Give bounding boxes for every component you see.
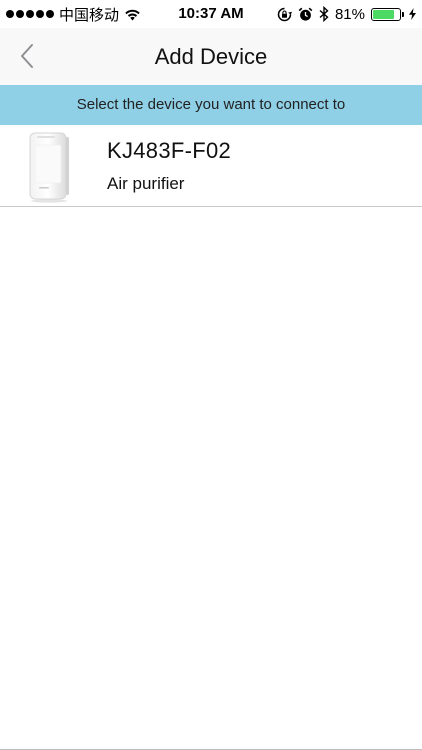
page-title: Add Device [154, 44, 268, 69]
status-right: 81% [277, 0, 416, 28]
signal-dots-icon [6, 10, 54, 18]
add-device-screen: 中国移动 10:37 AM 81% Add Device Select the … [0, 0, 422, 750]
status-bar: 中国移动 10:37 AM 81% [0, 0, 422, 28]
status-left: 中国移动 [6, 0, 141, 28]
wifi-icon [124, 8, 141, 21]
chevron-left-icon [20, 43, 34, 69]
bluetooth-icon [319, 6, 329, 22]
device-list-item[interactable]: KJ483F-F02 Air purifier [0, 125, 422, 207]
device-name: KJ483F-F02 [107, 138, 232, 163]
back-button[interactable] [20, 38, 56, 74]
charging-bolt-icon [409, 8, 416, 20]
carrier-name: 中国移动 [59, 6, 120, 24]
instruction-banner: Select the device you want to connect to [0, 85, 422, 125]
navigation-bar: Add Device [0, 28, 422, 85]
rotation-lock-icon [277, 7, 292, 22]
battery-percent: 81% [334, 5, 365, 23]
air-purifier-icon [24, 131, 74, 203]
device-list: KJ483F-F02 Air purifier [0, 125, 422, 207]
device-type: Air purifier [107, 174, 185, 193]
alarm-icon [298, 7, 313, 22]
battery-icon [371, 7, 404, 21]
battery-fill [373, 9, 395, 19]
